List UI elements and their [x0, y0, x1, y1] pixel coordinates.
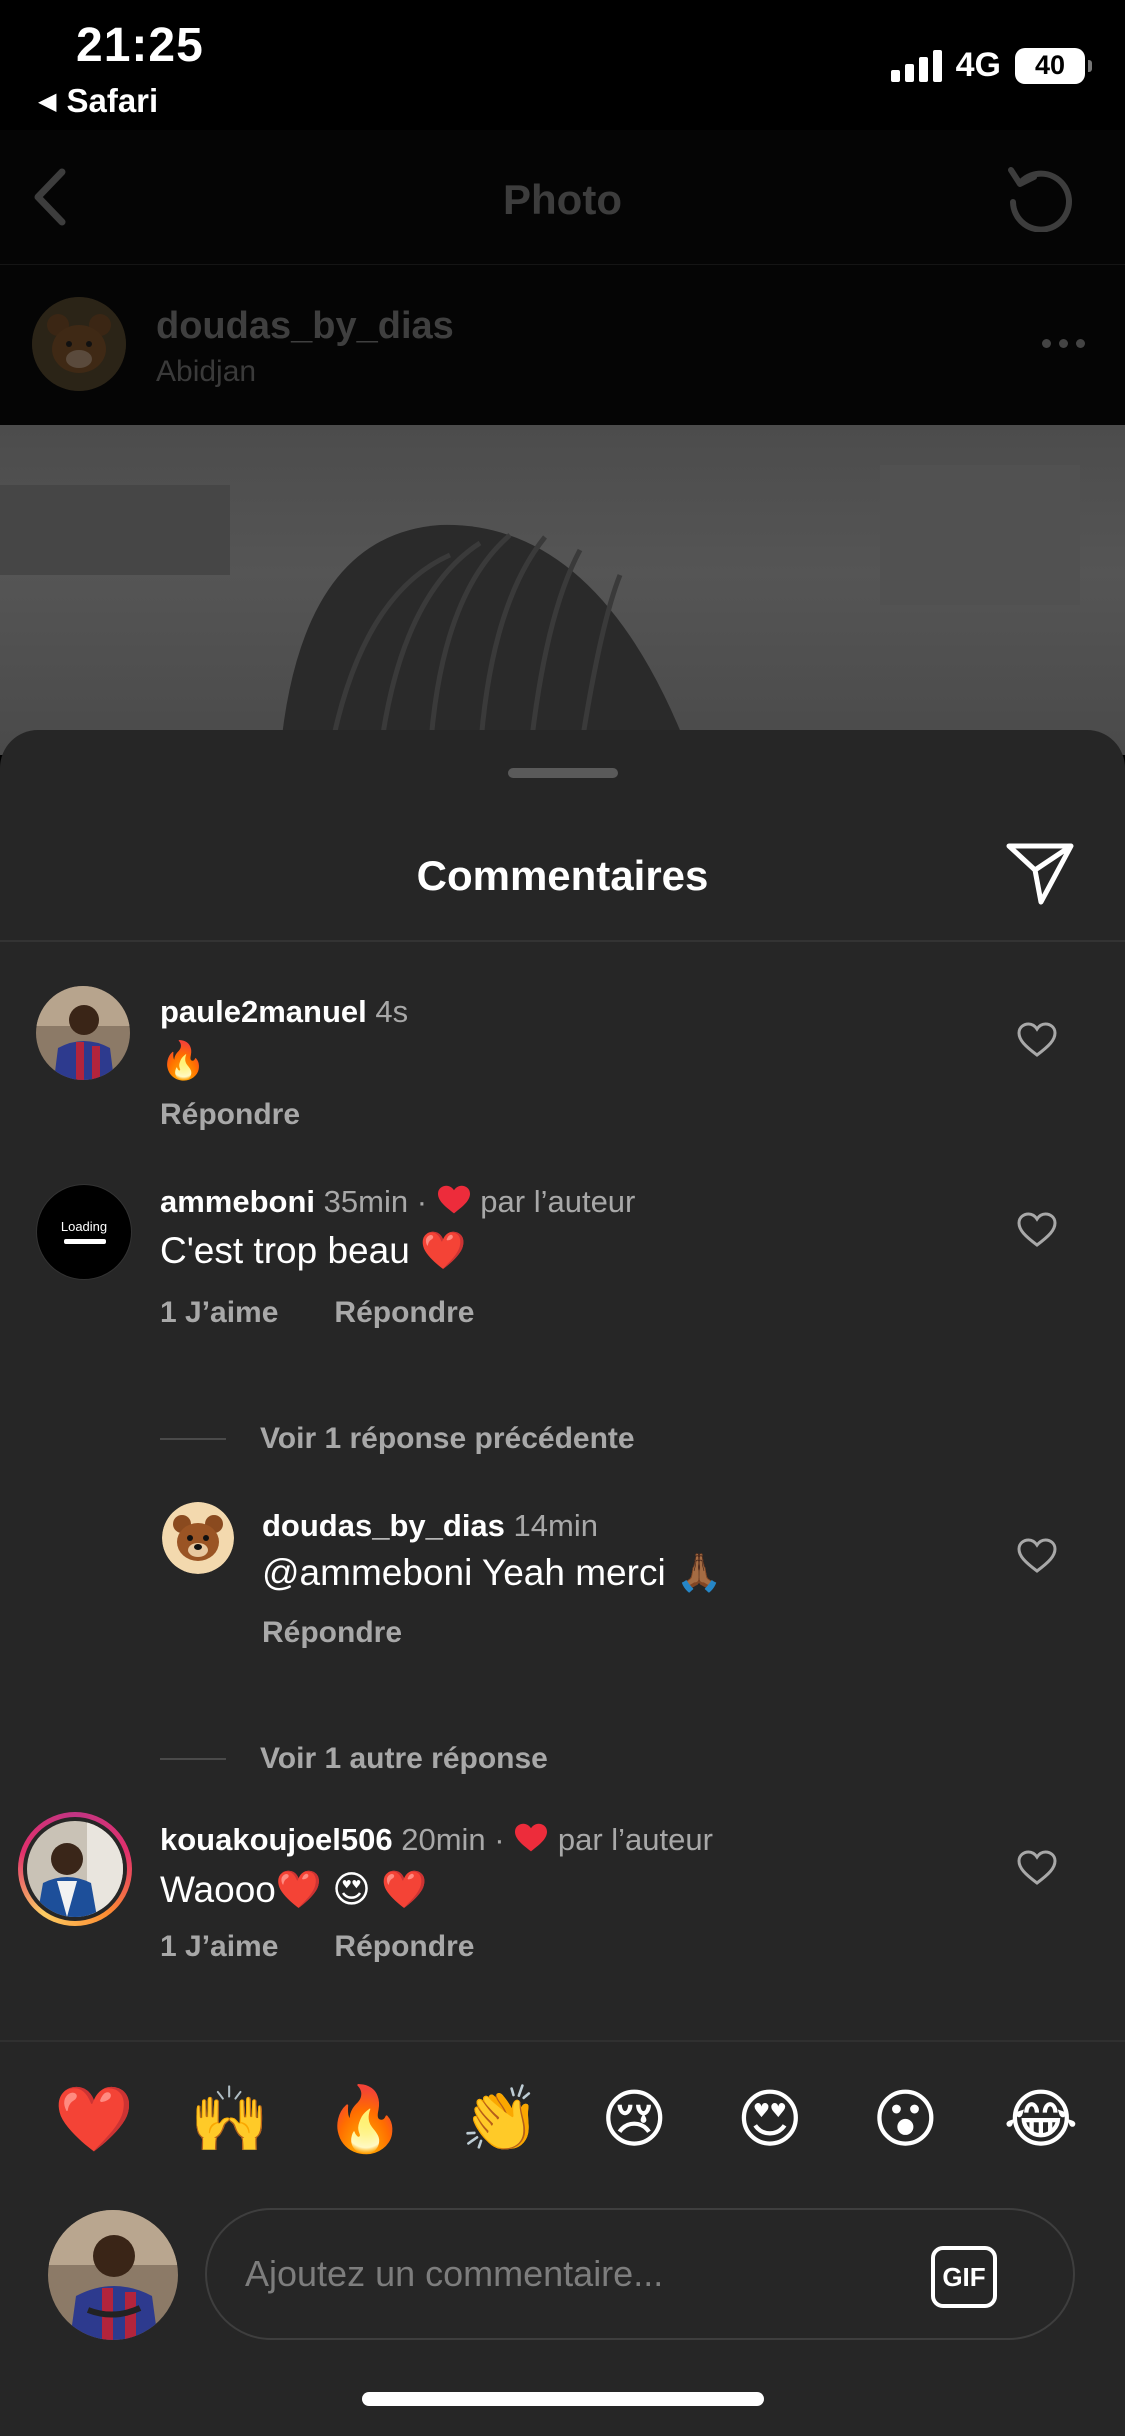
status-bar: 21:25 ◀ Safari 4G 40 — [0, 0, 1125, 130]
reply-actions: Répondre — [262, 1616, 402, 1650]
bear-logo-icon — [32, 297, 126, 391]
story-ring-gap — [23, 1817, 127, 1921]
battery-icon: 40 — [1015, 47, 1092, 84]
comments-list[interactable]: paule2manuel 4s 🔥 Répondre Loading ammeb… — [0, 942, 1125, 2040]
network-type: 4G — [955, 46, 1001, 84]
reply-button[interactable]: Répondre — [334, 1296, 474, 1330]
reply-button[interactable]: Répondre — [262, 1616, 402, 1650]
comment-input[interactable] — [245, 2244, 885, 2304]
author-like-heart-icon — [437, 1185, 470, 1214]
comment-avatar-story-ring[interactable] — [18, 1812, 132, 1926]
comment-time: 4s — [375, 994, 409, 1029]
comment-item: kouakoujoel506 20min · par l’auteur Waoo… — [0, 1812, 1125, 2040]
comment-username[interactable]: paule2manuel — [160, 994, 367, 1029]
like-heart-icon[interactable] — [1017, 1212, 1057, 1248]
comment-avatar[interactable]: Loading — [36, 1184, 132, 1280]
post-author-avatar[interactable] — [32, 297, 126, 391]
emoji-quick-bar: ❤️ 🙌 🔥 👏 😢 😍 😮 😂 — [0, 2042, 1125, 2196]
reply-button[interactable]: Répondre — [334, 1930, 474, 1964]
person-avatar-icon — [36, 986, 130, 1080]
post-author-username[interactable]: doudas_by_dias — [156, 305, 454, 348]
page-title: Photo — [503, 176, 622, 223]
emoji-surprised-button[interactable]: 😮 — [867, 2087, 943, 2151]
battery-level: 40 — [1034, 50, 1066, 80]
avatar-loading-text: Loading — [60, 1219, 108, 1234]
comment-text: Waooo❤️ 😍 ❤️ — [160, 1869, 428, 1910]
home-indicator — [362, 2392, 764, 2406]
emoji-clap-button[interactable]: 👏 — [461, 2087, 541, 2151]
send-icon[interactable] — [1005, 840, 1075, 906]
comment-time: 35min — [323, 1184, 409, 1219]
comment-header: ammeboni 35min · par l’auteur — [160, 1184, 635, 1220]
reply-time: 14min — [513, 1508, 598, 1543]
comment-input-container: GIF — [205, 2208, 1075, 2340]
emoji-fire-button[interactable]: 🔥 — [325, 2087, 405, 2151]
current-user-avatar — [48, 2210, 178, 2340]
post-photo-illustration — [0, 465, 1080, 755]
view-more-replies-label: Voir 1 autre réponse — [260, 1742, 548, 1775]
back-to-safari-link[interactable]: ◀ Safari — [38, 82, 158, 120]
cellular-signal-icon — [890, 49, 942, 82]
replies-line-divider — [160, 1758, 226, 1760]
like-heart-icon[interactable] — [1017, 1850, 1057, 1886]
refresh-icon[interactable] — [1005, 162, 1075, 232]
liked-by-author-label: par l’auteur — [480, 1184, 636, 1219]
comment-header: kouakoujoel506 20min · par l’auteur — [160, 1822, 713, 1858]
comment-actions: Répondre — [160, 1098, 300, 1132]
comment-text: C'est trop beau ❤️ — [160, 1230, 467, 1271]
separator-dot: · — [494, 1822, 514, 1857]
likes-count-button[interactable]: 1 J’aime — [160, 1296, 278, 1330]
reply-avatar[interactable] — [162, 1502, 234, 1574]
view-previous-replies-button[interactable]: Voir 1 réponse précédente — [160, 1422, 635, 1456]
comment-item: paule2manuel 4s 🔥 Répondre — [0, 942, 1125, 1172]
replies-line-divider — [160, 1438, 226, 1440]
post-photo — [0, 425, 1125, 755]
reply-text: @ammeboni Yeah merci 🙏🏾 — [262, 1552, 723, 1593]
back-triangle-icon: ◀ — [38, 87, 57, 115]
person-avatar-icon — [48, 2210, 178, 2340]
comment-actions: 1 J’aime Répondre — [160, 1930, 474, 1964]
comment-header: paule2manuel 4s — [160, 994, 408, 1030]
status-indicators: 4G 40 — [890, 46, 1092, 85]
post-header: doudas_by_dias Abidjan — [0, 265, 1125, 425]
reply-button[interactable]: Répondre — [160, 1098, 300, 1132]
comment-username[interactable]: ammeboni — [160, 1184, 315, 1219]
reply-header: doudas_by_dias 14min — [262, 1508, 598, 1544]
comment-item: Loading ammeboni 35min · par l’auteur C'… — [0, 1172, 1125, 1412]
comments-sheet: Commentaires paule2manuel 4s 🔥 Répondre … — [0, 730, 1125, 2436]
reply-item: doudas_by_dias 14min @ammeboni Yeah merc… — [0, 1482, 1125, 1682]
post-location[interactable]: Abidjan — [156, 355, 256, 389]
emoji-crying-button[interactable]: 😢 — [596, 2087, 672, 2151]
emoji-heart-button[interactable]: ❤️ — [54, 2087, 134, 2151]
reply-username[interactable]: doudas_by_dias — [262, 1508, 505, 1543]
view-previous-replies-label: Voir 1 réponse précédente — [260, 1422, 635, 1455]
comment-actions: 1 J’aime Répondre — [160, 1296, 474, 1330]
author-like-heart-icon — [515, 1823, 548, 1852]
more-options-icon[interactable] — [1042, 339, 1085, 348]
comment-time: 20min — [401, 1822, 486, 1857]
comment-text: 🔥 — [160, 1040, 207, 1081]
gif-button[interactable]: GIF — [931, 2246, 997, 2308]
emoji-laughing-button[interactable]: 😂 — [1003, 2087, 1079, 2151]
person-avatar-icon — [27, 1821, 123, 1917]
liked-by-author-label: par l’auteur — [557, 1822, 713, 1857]
emoji-heart-eyes-button[interactable]: 😍 — [732, 2087, 808, 2151]
likes-count-button[interactable]: 1 J’aime — [160, 1930, 278, 1964]
like-heart-icon[interactable] — [1017, 1022, 1057, 1058]
comment-username[interactable]: kouakoujoel506 — [160, 1822, 393, 1857]
emoji-raised-hands-button[interactable]: 🙌 — [190, 2087, 270, 2151]
comment-avatar[interactable] — [36, 986, 130, 1080]
back-app-label: Safari — [66, 82, 159, 119]
view-more-replies-button[interactable]: Voir 1 autre réponse — [160, 1742, 548, 1776]
sheet-grabber[interactable] — [508, 768, 618, 778]
page-header: Photo — [0, 130, 1125, 265]
separator-dot: · — [416, 1184, 436, 1219]
like-heart-icon[interactable] — [1017, 1538, 1057, 1574]
status-time: 21:25 — [76, 19, 204, 72]
sheet-title: Commentaires — [416, 852, 709, 899]
bear-logo-icon — [162, 1502, 234, 1574]
avatar-loading-bar — [64, 1239, 106, 1244]
